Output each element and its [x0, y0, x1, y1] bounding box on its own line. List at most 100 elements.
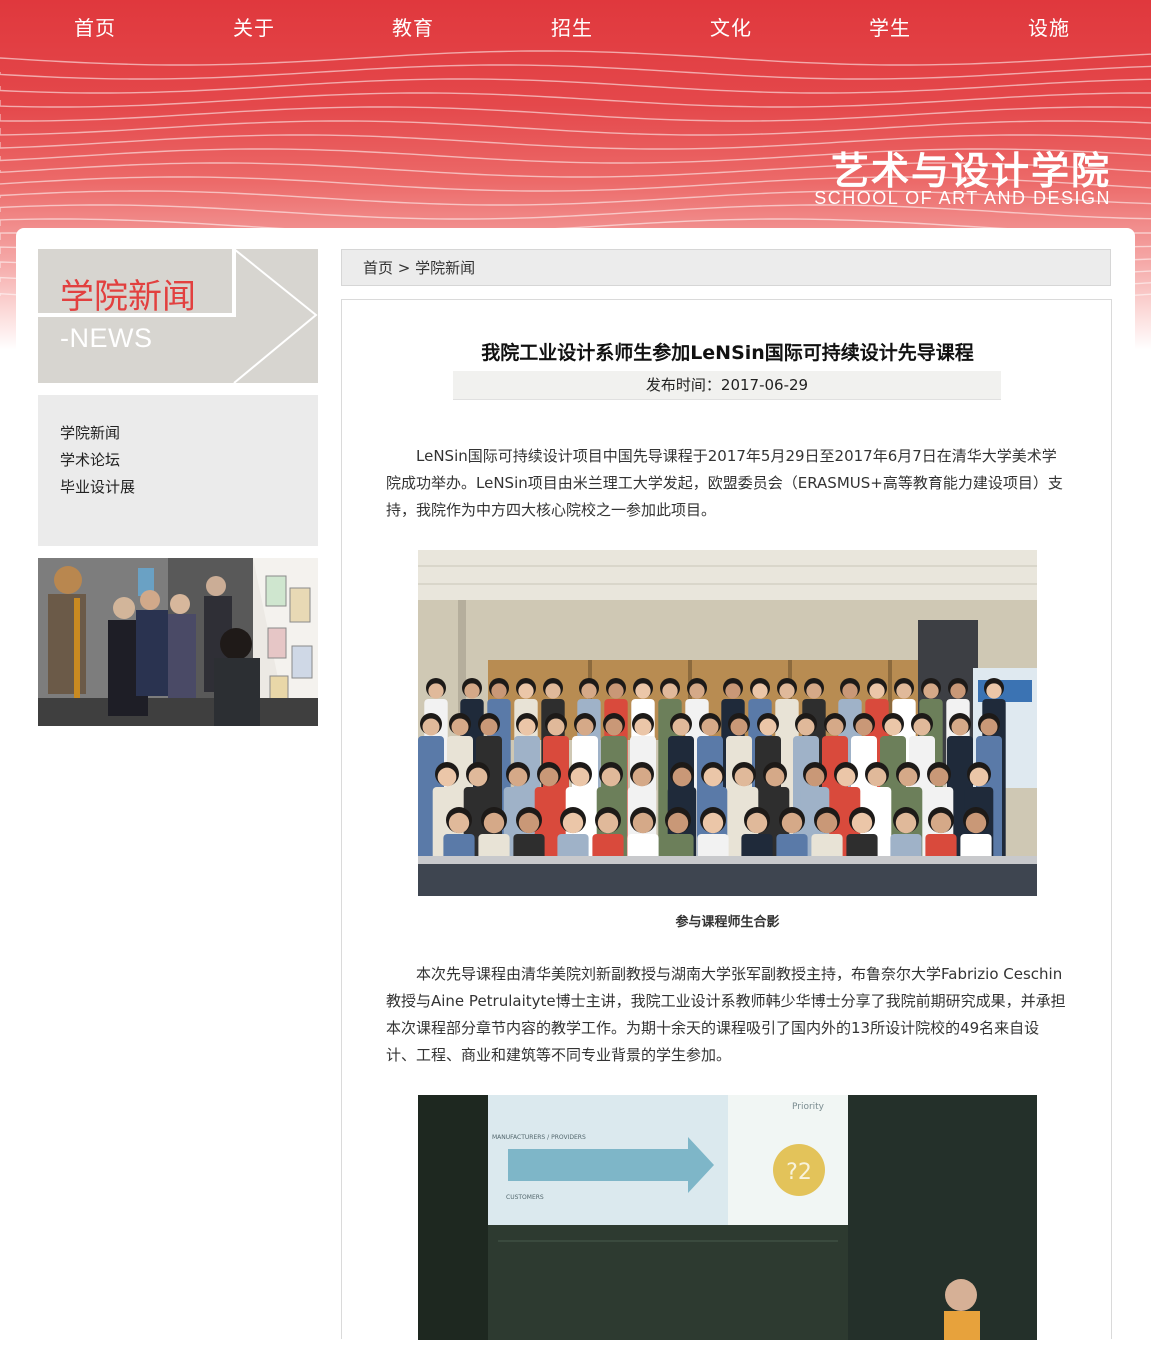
nav-item-about[interactable]: 关于: [233, 12, 275, 41]
main-nav: 首页 关于 教育 招生 文化 学生 设施: [0, 0, 1151, 50]
person-head: [752, 683, 768, 699]
person-head: [806, 683, 822, 699]
person-head: [797, 718, 815, 736]
sidebar-subtitle: -NEWS: [60, 323, 153, 353]
person-head: [703, 767, 723, 787]
person-head: [632, 812, 654, 834]
person-head: [826, 718, 844, 736]
person-head: [855, 718, 873, 736]
person-head: [539, 767, 559, 787]
wave-line: [0, 50, 1151, 66]
person-head: [895, 812, 917, 834]
sidebar-item-academic-forum[interactable]: 学术论坛: [60, 449, 120, 470]
exhibition-visit-image: [38, 558, 318, 726]
wave-line: [0, 78, 1151, 94]
breadcrumb-separator: >: [397, 259, 411, 277]
person-head: [851, 812, 873, 834]
person-head: [464, 683, 480, 699]
person-head: [765, 767, 785, 787]
person-head: [702, 812, 724, 834]
person-head: [468, 767, 488, 787]
group-photo-caption: 参与课程师生合影: [675, 915, 780, 930]
person-head: [842, 683, 858, 699]
person-head: [632, 767, 652, 787]
nav-item-admissions[interactable]: 招生: [551, 12, 593, 41]
person-head: [986, 683, 1002, 699]
person-head: [779, 683, 795, 699]
person-head: [969, 767, 989, 787]
wave-line: [0, 64, 1151, 80]
person-head: [725, 683, 741, 699]
person-head: [759, 718, 777, 736]
person-head: [746, 812, 768, 834]
person-head: [896, 683, 912, 699]
breadcrumb-home[interactable]: 首页: [363, 259, 393, 277]
group-photo: [418, 550, 1037, 896]
person-head: [422, 718, 440, 736]
sidebar-item-college-news[interactable]: 学院新闻: [60, 422, 120, 443]
slide-badge-icon: ?2: [786, 1160, 812, 1185]
article-container: 我院工业设计系师生参加LeNSin国际可持续设计先导课程 发布时间：2017-0…: [341, 299, 1112, 1340]
person-head: [869, 683, 885, 699]
person-head: [980, 718, 998, 736]
person-head: [605, 718, 623, 736]
person-head: [816, 812, 838, 834]
nav-item-culture[interactable]: 文化: [710, 12, 752, 41]
person-head: [672, 767, 692, 787]
breadcrumb-current[interactable]: 学院新闻: [415, 259, 475, 277]
sidebar-photo[interactable]: [38, 558, 318, 726]
person-head: [562, 812, 584, 834]
person-head: [547, 718, 565, 736]
sidebar-header: 学院新闻 -NEWS: [38, 249, 318, 383]
wave-line: [0, 106, 1151, 122]
person-head: [518, 683, 534, 699]
lecture-photo-image: ?2 Priority MANUFACTURERS / PROVIDERS CU…: [418, 1095, 1037, 1340]
article-date: 2017-06-29: [720, 376, 809, 394]
person-head: [508, 767, 528, 787]
person-head: [781, 812, 803, 834]
nav-item-education[interactable]: 教育: [392, 12, 434, 41]
person-head: [951, 718, 969, 736]
person-head: [730, 718, 748, 736]
person-head: [635, 683, 651, 699]
sidebar-item-graduation-exhibition[interactable]: 毕业设计展: [60, 476, 135, 497]
slide-row-label-2: CUSTOMERS: [506, 1194, 544, 1201]
nav-item-facilities[interactable]: 设施: [1028, 12, 1070, 41]
person-head: [608, 683, 624, 699]
slide-row-label-1: MANUFACTURERS / PROVIDERS: [492, 1134, 586, 1141]
person-head: [448, 812, 470, 834]
group-photo-image: [418, 550, 1037, 896]
nav-item-students[interactable]: 学生: [869, 12, 911, 41]
person-head: [898, 767, 918, 787]
person-head: [491, 683, 507, 699]
article-date-bar: 发布时间：2017-06-29: [453, 371, 1001, 400]
person-head: [662, 683, 678, 699]
lecture-photo: ?2 Priority MANUFACTURERS / PROVIDERS CU…: [418, 1095, 1037, 1340]
article-paragraph-1: LeNSin国际可持续设计项目中国先导课程于2017年5月29日至2017年6月…: [386, 447, 1063, 519]
sidebar-menu: 学院新闻 学术论坛 毕业设计展: [38, 395, 318, 546]
person-head: [480, 718, 498, 736]
person-head: [836, 767, 856, 787]
person-head: [451, 718, 469, 736]
person-head: [923, 683, 939, 699]
slide-heading: Priority: [792, 1102, 825, 1112]
article-date-label: 发布时间：: [645, 376, 721, 394]
person-head: [518, 718, 536, 736]
person-head: [545, 683, 561, 699]
person-head: [634, 718, 652, 736]
wave-line: [0, 92, 1151, 108]
person-head: [570, 767, 590, 787]
person-head: [930, 812, 952, 834]
person-head: [597, 812, 619, 834]
sidebar-title: 学院新闻: [60, 277, 196, 317]
person-head: [581, 683, 597, 699]
nav-item-home[interactable]: 首页: [74, 12, 116, 41]
breadcrumb: 首页 > 学院新闻: [341, 249, 1111, 286]
person-head: [950, 683, 966, 699]
person-head: [483, 812, 505, 834]
person-head: [667, 812, 689, 834]
person-head: [965, 812, 987, 834]
person-head: [805, 767, 825, 787]
school-name-en: SCHOOL OF ART AND DESIGN: [814, 188, 1111, 208]
person-head: [689, 683, 705, 699]
